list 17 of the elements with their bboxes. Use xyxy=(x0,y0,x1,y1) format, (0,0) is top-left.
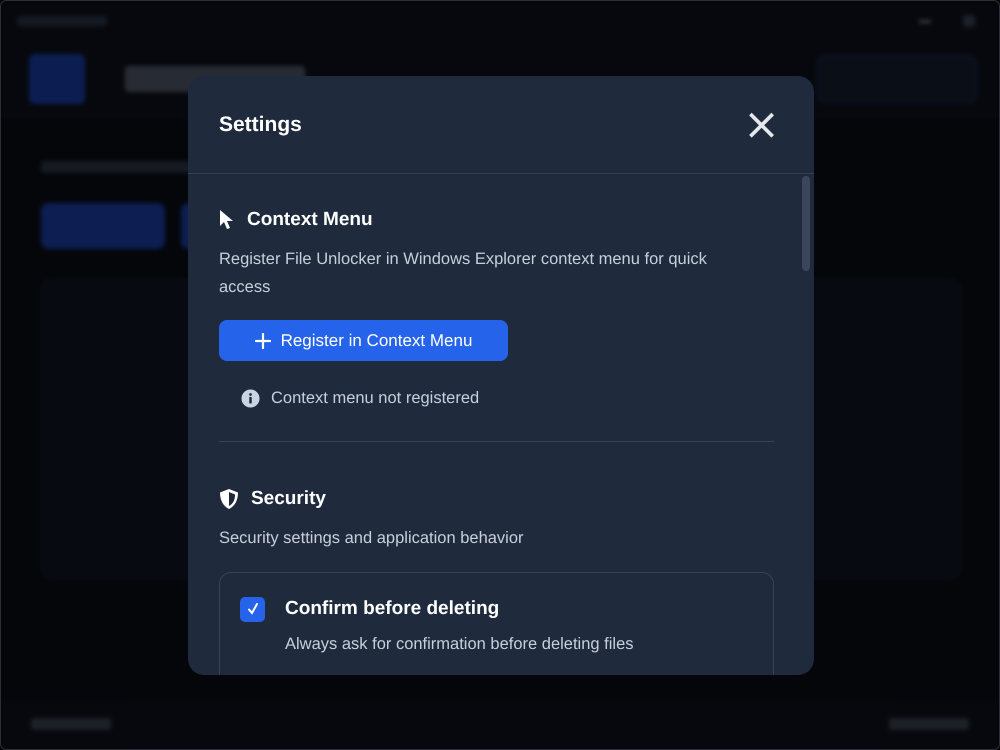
close-button[interactable]: × xyxy=(743,102,780,146)
option-label: Confirm before deleting xyxy=(285,596,500,621)
plus-icon xyxy=(254,332,271,348)
section-title: Context Menu xyxy=(247,208,373,232)
section-title: Security xyxy=(251,486,326,510)
shield-icon xyxy=(219,488,239,510)
scrollbar-thumb[interactable] xyxy=(802,176,810,271)
dialog-title: Settings xyxy=(219,112,302,138)
cursor-icon xyxy=(219,209,235,231)
checkbox[interactable] xyxy=(240,596,265,622)
info-icon xyxy=(241,388,260,408)
section-description: Register File Unlocker in Windows Explorer context menu for quick access xyxy=(219,249,708,298)
status-text: Context menu not registered xyxy=(271,388,480,409)
register-button[interactable]: Register in Context Menu xyxy=(219,320,508,361)
section-description: Security settings and application behavior xyxy=(219,528,525,549)
check-icon xyxy=(246,602,260,616)
option-description: Always ask for confirmation before deleting files xyxy=(285,634,634,656)
